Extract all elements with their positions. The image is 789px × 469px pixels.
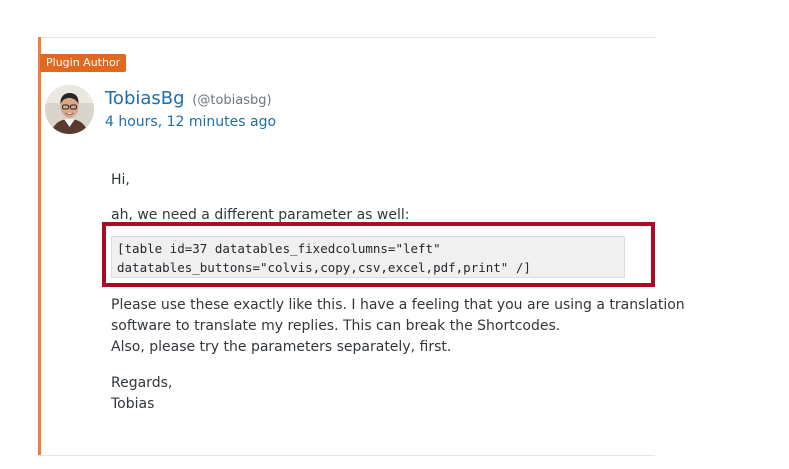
plugin-author-accent-bar bbox=[38, 37, 41, 456]
author-name-link[interactable]: TobiasBg bbox=[105, 88, 185, 109]
body-line: software to translate my replies. This c… bbox=[111, 318, 561, 334]
plugin-author-badge: Plugin Author bbox=[40, 54, 127, 72]
user-avatar-icon bbox=[45, 85, 94, 134]
avatar[interactable] bbox=[45, 85, 94, 134]
body-line: Please use these exactly like this. I ha… bbox=[111, 297, 685, 313]
author-handle: (@tobiasbg) bbox=[192, 93, 272, 108]
highlight-box bbox=[102, 222, 655, 287]
signature-text: Tobias bbox=[111, 396, 155, 412]
greeting-text: Hi, bbox=[111, 172, 130, 188]
reply-top-divider bbox=[38, 37, 655, 38]
body-line: Also, please try the parameters separate… bbox=[111, 339, 452, 355]
reply-bottom-divider bbox=[38, 455, 655, 456]
reply-signoff: Regards, Tobias bbox=[111, 373, 172, 415]
closing-text: Regards, bbox=[111, 375, 173, 391]
reply-body-text: Please use these exactly like this. I ha… bbox=[111, 295, 685, 358]
reply-timestamp-link[interactable]: 4 hours, 12 minutes ago bbox=[105, 113, 276, 131]
author-name-line: TobiasBg (@tobiasbg) bbox=[105, 88, 272, 112]
